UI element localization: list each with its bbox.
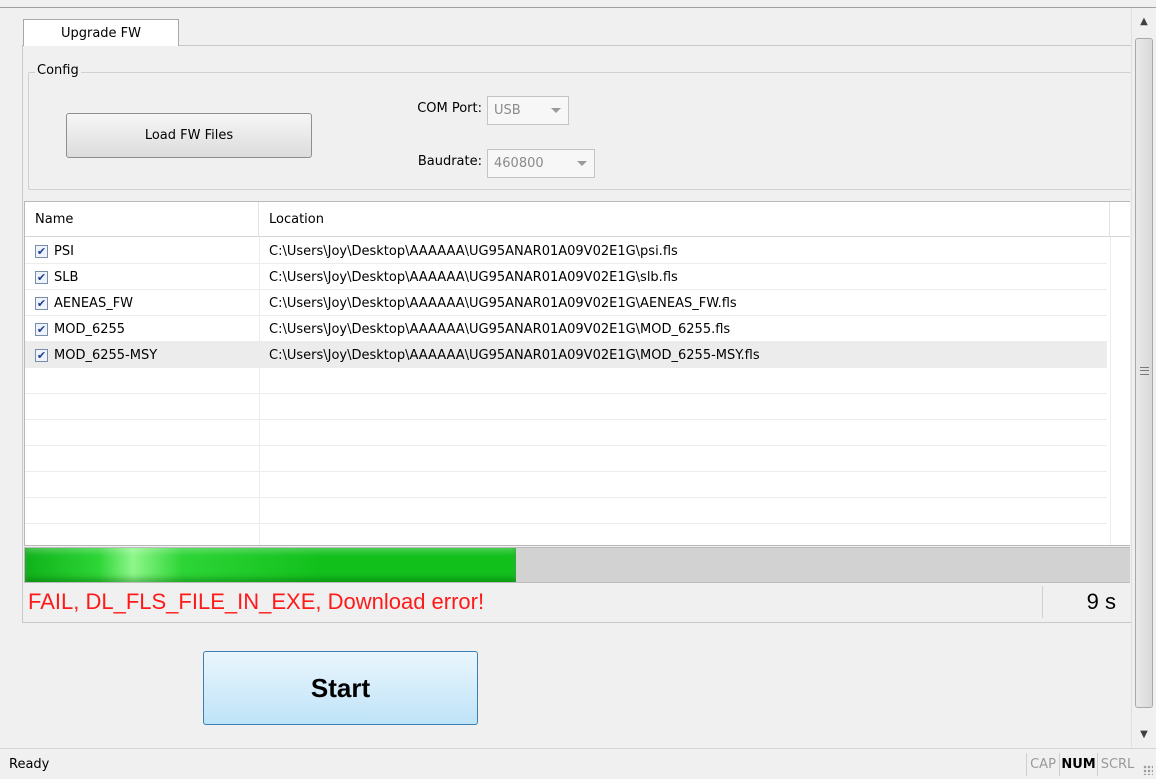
empty-row: [25, 368, 1107, 394]
row-checkbox[interactable]: ✔: [35, 244, 48, 258]
com-port-label: COM Port:: [417, 101, 482, 116]
scrollbar-thumb[interactable]: [1135, 38, 1153, 708]
com-port-select[interactable]: USB: [487, 96, 569, 125]
file-location: C:\Users\Joy\Desktop\AAAAAA\UG95ANAR01A0…: [269, 295, 737, 311]
chevron-down-icon: [577, 161, 587, 166]
row-checkbox[interactable]: ✔: [35, 270, 48, 284]
file-name: PSI: [54, 243, 74, 259]
grip-icon: [1140, 367, 1149, 375]
status-bar: Ready CAP NUM SCRL: [0, 748, 1156, 778]
status-message: FAIL, DL_FLS_FILE_IN_EXE, Download error…: [28, 589, 485, 614]
column-divider: [1110, 237, 1111, 545]
num-indicator: NUM: [1059, 753, 1097, 776]
empty-row: [25, 420, 1107, 446]
empty-row: [25, 498, 1107, 524]
progress-fill: [25, 548, 516, 582]
file-location: C:\Users\Joy\Desktop\AAAAAA\UG95ANAR01A0…: [269, 321, 731, 337]
empty-row: [25, 446, 1107, 472]
scrl-indicator: SCRL: [1097, 753, 1137, 776]
file-name: MOD_6255: [54, 321, 126, 337]
window-top-edge: [0, 0, 1156, 8]
name-cell: ✔ AENEAS_FW: [35, 290, 257, 316]
table-row[interactable]: ✔ MOD_6255 C:\Users\Joy\Desktop\AAAAAA\UG9…: [25, 316, 1107, 342]
status-ready-text: Ready: [9, 756, 50, 772]
row-checkbox[interactable]: ✔: [35, 322, 48, 336]
table-row[interactable]: ✔ AENEAS_FW C:\Users\Joy\Desktop\AAAAAA\UG…: [25, 290, 1107, 316]
config-group-title: Config: [35, 63, 81, 78]
empty-row: [25, 394, 1107, 420]
row-checkbox[interactable]: ✔: [35, 348, 48, 362]
table-header: Name Location: [25, 202, 1130, 237]
file-location: C:\Users\Joy\Desktop\AAAAAA\UG95ANAR01A0…: [269, 347, 760, 363]
tab-upgrade-fw[interactable]: Upgrade FW: [23, 19, 179, 46]
resize-grip-icon[interactable]: [1143, 765, 1153, 775]
row-checkbox[interactable]: ✔: [35, 296, 48, 310]
name-cell: ✔ MOD_6255: [35, 316, 257, 342]
scroll-up-arrow-icon[interactable]: ▲: [1132, 10, 1156, 32]
scroll-down-arrow-icon[interactable]: ▼: [1132, 723, 1156, 745]
elapsed-time: 9 s: [1042, 586, 1130, 618]
download-progress-bar: [24, 547, 1130, 583]
file-location: C:\Users\Joy\Desktop\AAAAAA\UG95ANAR01A0…: [269, 269, 678, 285]
vertical-scrollbar[interactable]: ▲ ▼: [1131, 8, 1156, 747]
file-name: SLB: [54, 269, 79, 285]
com-port-value: USB: [494, 103, 521, 118]
load-fw-files-button[interactable]: Load FW Files: [66, 113, 312, 158]
baudrate-value: 460800: [494, 156, 544, 171]
file-name: AENEAS_FW: [54, 295, 134, 311]
column-header-name[interactable]: Name: [25, 202, 259, 237]
baudrate-label: Baudrate:: [417, 154, 482, 169]
empty-row: [25, 472, 1107, 498]
cap-indicator: CAP: [1026, 753, 1059, 776]
table-row[interactable]: ✔ MOD_6255-MSY C:\Users\Joy\Desktop\AAAAAA…: [25, 342, 1107, 368]
file-name: MOD_6255-MSY: [54, 347, 158, 363]
chevron-down-icon: [551, 108, 561, 113]
baudrate-select[interactable]: 460800: [487, 149, 595, 178]
column-header-location[interactable]: Location: [259, 202, 1110, 237]
name-cell: ✔ SLB: [35, 264, 257, 290]
fw-files-table: Name Location ✔ PSI C:\Users\Joy\Desktop\A…: [24, 201, 1130, 550]
name-cell: ✔ PSI: [35, 238, 257, 264]
start-button[interactable]: Start: [203, 651, 478, 725]
table-row[interactable]: ✔ PSI C:\Users\Joy\Desktop\AAAAAA\UG95ANAR…: [25, 238, 1107, 264]
file-location: C:\Users\Joy\Desktop\AAAAAA\UG95ANAR01A0…: [269, 243, 678, 259]
name-cell: ✔ MOD_6255-MSY: [35, 342, 257, 368]
table-row[interactable]: ✔ SLB C:\Users\Joy\Desktop\AAAAAA\UG95ANAR…: [25, 264, 1107, 290]
